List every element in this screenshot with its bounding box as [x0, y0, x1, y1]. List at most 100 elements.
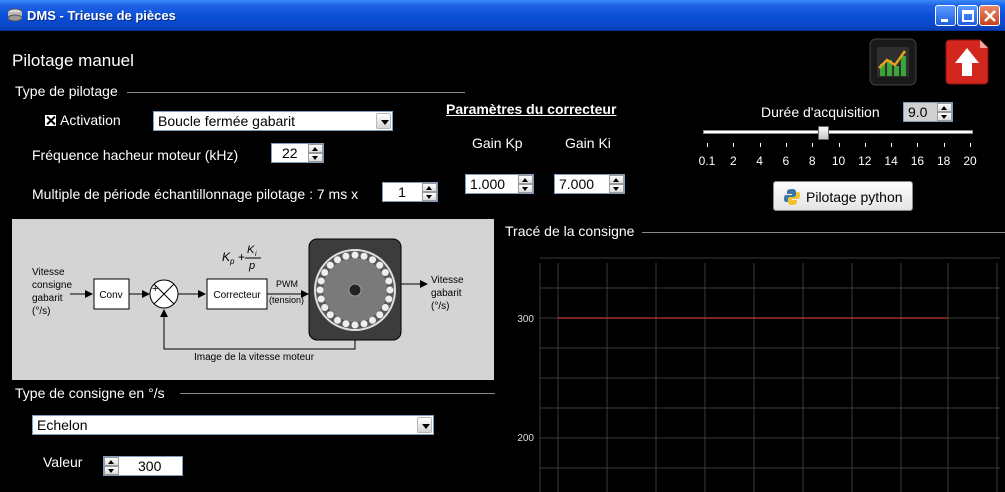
disc-hole: [381, 269, 389, 276]
ki-label: Gain Ki: [565, 135, 611, 151]
slider-tick-label: 16: [910, 154, 925, 168]
slider-tick-label: 14: [884, 154, 898, 168]
window-title: DMS - Trieuse de pièces: [27, 8, 176, 23]
slider-tick: [812, 143, 814, 147]
acquisition-stepper[interactable]: 9.0: [903, 102, 953, 122]
slider-tick: [759, 143, 761, 147]
consigne-chart: 200 300: [505, 245, 1005, 492]
activation-checkbox[interactable]: [44, 114, 57, 127]
ki-value: 7.000: [559, 176, 595, 192]
freq-label: Fréquence hacheur moteur (kHz): [32, 147, 239, 163]
chevron-down-icon[interactable]: [417, 417, 432, 433]
disc-hole: [321, 269, 329, 276]
freq-down-icon[interactable]: [308, 153, 323, 162]
disc-hole: [334, 256, 341, 264]
disc-hole: [376, 311, 384, 319]
consigne-group-divider: [180, 393, 495, 394]
valeur-up-icon[interactable]: [104, 457, 119, 466]
multiple-stepper[interactable]: 1: [382, 182, 438, 202]
consigne-type-select[interactable]: Echelon: [32, 415, 434, 435]
maximize-button[interactable]: [957, 5, 978, 26]
slider-tick: [970, 143, 971, 147]
consigne-type-value: Echelon: [37, 417, 88, 433]
python-button[interactable]: Pilotage python: [773, 181, 913, 211]
slider-tick: [838, 143, 840, 147]
minimize-button[interactable]: [935, 5, 956, 26]
slider-tick: [917, 143, 919, 147]
acquisition-up-icon[interactable]: [937, 103, 952, 112]
disc-hole: [342, 320, 350, 328]
valeur-label: Valeur: [43, 454, 83, 470]
chevron-down-icon[interactable]: [376, 113, 391, 129]
valeur-down-icon[interactable]: [104, 466, 119, 475]
ki-down-icon[interactable]: [609, 184, 624, 193]
acquisition-down-icon[interactable]: [937, 112, 952, 121]
pilotage-mode-value: Boucle fermée gabarit: [158, 113, 295, 129]
freq-stepper[interactable]: 22: [271, 143, 324, 163]
acquisition-slider-thumb[interactable]: [818, 126, 829, 140]
slider-tick-label: 10: [831, 154, 846, 168]
disc-hole: [326, 261, 334, 269]
disc-hole: [334, 316, 341, 324]
multiple-value: 1: [398, 184, 406, 200]
disc-hole: [321, 304, 329, 311]
slider-tick-label: 12: [858, 154, 872, 168]
correcteur-title: Paramètres du correcteur: [446, 101, 617, 117]
python-button-label: Pilotage python: [806, 189, 903, 205]
window-titlebar: DMS - Trieuse de pièces: [0, 0, 1005, 31]
diagram-formula-ki-sub: i: [255, 251, 257, 258]
diagram-output-label: Vitesse gabarit (°/s): [431, 275, 464, 312]
chart-svg: 200 300: [517, 257, 1000, 492]
kp-value: 1.000: [470, 176, 506, 192]
disc-hole: [317, 277, 325, 285]
freq-value: 22: [282, 145, 298, 161]
disc-hole: [385, 295, 393, 303]
disc-hole: [360, 320, 368, 328]
slider-tick-label: 0.1: [698, 154, 716, 168]
close-button[interactable]: [979, 5, 1000, 26]
y-tick-label: 300: [517, 314, 534, 325]
disc-hole: [351, 251, 359, 259]
valeur-stepper[interactable]: 300: [103, 456, 183, 476]
diagram-pwm-label: PWM (tension): [269, 279, 304, 305]
disc-hole: [369, 256, 376, 264]
disc-hole: [376, 261, 384, 269]
kp-stepper[interactable]: 1.000: [465, 174, 534, 194]
diagram-conv-label: Conv: [99, 290, 122, 301]
diagram-input-label: Vitesse consigne gabarit (°/s): [32, 267, 72, 317]
app-icon: [7, 8, 23, 22]
python-icon: [784, 189, 800, 205]
freq-up-icon[interactable]: [308, 144, 323, 153]
disc-hole: [342, 252, 350, 260]
kp-label: Gain Kp: [472, 135, 523, 151]
disc-hole: [386, 286, 394, 294]
block-diagram: Vitesse consigne gabarit (°/s) Conv + - Cor…: [12, 219, 494, 380]
disc-hole: [317, 295, 325, 303]
disc-hole: [360, 252, 368, 260]
acquisition-label: Durée d'acquisition: [761, 104, 880, 120]
pilotage-mode-select[interactable]: Boucle fermée gabarit: [153, 111, 393, 131]
disc-hole: [326, 311, 334, 319]
disc-hole: [316, 286, 324, 294]
multiple-up-icon[interactable]: [422, 183, 437, 192]
pilotage-group-divider: [127, 92, 465, 93]
valeur-value: 300: [138, 458, 162, 474]
multiple-down-icon[interactable]: [422, 192, 437, 201]
pilotage-group-label: Type de pilotage: [15, 83, 118, 99]
slider-tick-label: 18: [937, 154, 951, 168]
chart-icon[interactable]: [869, 38, 917, 86]
disc-hole: [381, 304, 389, 311]
ki-up-icon[interactable]: [609, 175, 624, 184]
page-title: Pilotage manuel: [12, 51, 134, 70]
diagram-formula-ki: K: [247, 244, 255, 256]
up-arrow-icon[interactable]: [942, 38, 990, 86]
diagram-feedback-label: Image de la vitesse moteur: [194, 352, 315, 363]
disc-hole: [385, 277, 393, 285]
acquisition-slider[interactable]: [703, 130, 973, 134]
ki-stepper[interactable]: 7.000: [554, 174, 625, 194]
diagram-plus-sign: +: [152, 283, 158, 295]
kp-up-icon[interactable]: [518, 175, 533, 184]
diagram-formula-kp: Kp +: [222, 250, 245, 266]
kp-down-icon[interactable]: [518, 184, 533, 193]
slider-tick-label: 8: [808, 154, 816, 168]
